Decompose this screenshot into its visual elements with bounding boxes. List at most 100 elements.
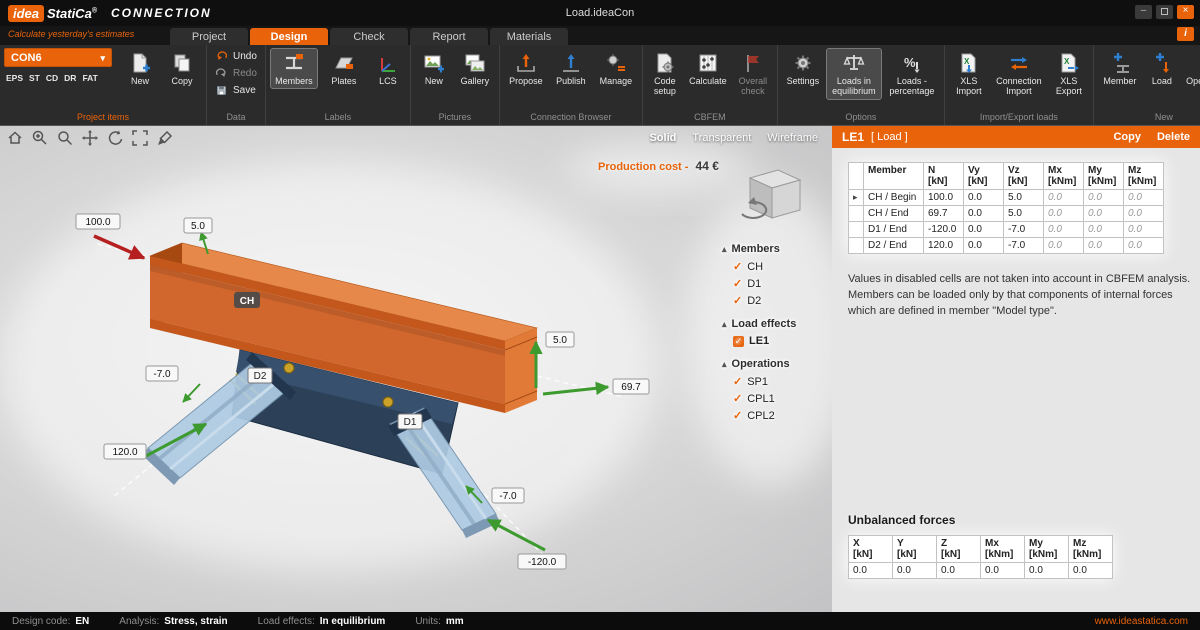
zoom-extents-icon[interactable]: [131, 129, 149, 147]
plates-labels-toggle[interactable]: Plates: [320, 48, 368, 89]
table-row[interactable]: CH / Begin 100.0 0.0 5.0 0.0 0.0 0.0: [849, 190, 1164, 206]
load-effect-title: LE1: [842, 130, 864, 144]
bolt[interactable]: [383, 397, 393, 407]
copy-item-button[interactable]: Copy: [162, 48, 202, 89]
copy-load-button[interactable]: Copy: [1113, 131, 1141, 143]
xls-export-icon: X: [1057, 51, 1081, 75]
close-icon[interactable]: [1177, 5, 1194, 19]
manage-button[interactable]: Manage: [594, 48, 638, 89]
new-load-button[interactable]: Load: [1144, 48, 1180, 89]
force-cell-disabled: 0.0: [1124, 190, 1164, 206]
bolt[interactable]: [284, 363, 294, 373]
overall-check-button[interactable]: Overall check: [733, 48, 773, 100]
tree-section-operations[interactable]: Operations: [722, 358, 822, 370]
force-cell[interactable]: 0.0: [964, 206, 1004, 222]
paint-brush-icon[interactable]: [156, 129, 174, 147]
loads-percentage-toggle[interactable]: % Loads - percentage: [884, 48, 940, 100]
new-item-button[interactable]: New: [120, 48, 160, 89]
maximize-icon[interactable]: [1156, 5, 1173, 19]
force-cell[interactable]: 0.0: [964, 238, 1004, 254]
publish-button[interactable]: Publish: [550, 48, 592, 89]
force-cell[interactable]: 0.0: [964, 222, 1004, 238]
tab-project[interactable]: Project: [170, 28, 248, 45]
table-row[interactable]: D2 / End 120.0 0.0 -7.0 0.0 0.0 0.0: [849, 238, 1164, 254]
tab-check[interactable]: Check: [330, 28, 408, 45]
tree-item-d2[interactable]: D2: [722, 292, 822, 309]
code-eps[interactable]: EPS: [6, 73, 23, 83]
3d-viewport[interactable]: 100.0 5.0 5.0 69.7 -7.0 120.0 -120.0 -7.…: [0, 126, 832, 612]
calculate-button[interactable]: Calculate: [685, 48, 731, 89]
status-design-code: Design code:EN: [12, 616, 89, 627]
tree-item-cpl2[interactable]: CPL2: [722, 407, 822, 424]
code-dr[interactable]: DR: [64, 73, 76, 83]
view-mode-transparent[interactable]: Transparent: [692, 132, 751, 144]
new-operation-button[interactable]: Operation: [1182, 48, 1200, 89]
tab-design[interactable]: Design: [250, 28, 328, 45]
force-cell[interactable]: 120.0: [924, 238, 964, 254]
rotate-view-icon[interactable]: [106, 129, 124, 147]
view-mode-wireframe[interactable]: Wireframe: [767, 132, 818, 144]
settings-button[interactable]: Settings: [782, 48, 824, 89]
gallery-button[interactable]: Gallery: [455, 48, 495, 89]
panel-body: Member N[kN] Vy[kN] Vz[kN] Mx[kNm] My[kN…: [832, 148, 1200, 612]
force-cell[interactable]: 5.0: [1004, 190, 1044, 206]
tab-report[interactable]: Report: [410, 28, 488, 45]
tree-item-ch[interactable]: CH: [722, 258, 822, 275]
force-cell[interactable]: 100.0: [924, 190, 964, 206]
code-fat[interactable]: FAT: [82, 73, 97, 83]
code-st[interactable]: ST: [29, 73, 40, 83]
member-badge-d2: D2: [254, 371, 267, 382]
view-mode-solid[interactable]: Solid: [649, 132, 676, 144]
group-options: Settings Loads in equilibrium % Loads - …: [778, 45, 945, 125]
connection-item-select[interactable]: CON6: [4, 48, 112, 67]
code-setup-button[interactable]: Code setup: [647, 48, 683, 100]
checked-checkbox-icon[interactable]: [733, 336, 744, 347]
tree-item-le1[interactable]: LE1: [722, 333, 822, 349]
lcs-toggle[interactable]: LCS: [370, 48, 406, 89]
tree-section-members[interactable]: Members: [722, 243, 822, 255]
3d-scene[interactable]: 100.0 5.0 5.0 69.7 -7.0 120.0 -120.0 -7.…: [0, 126, 832, 612]
overall-check-icon: [741, 51, 765, 75]
tab-materials[interactable]: Materials: [490, 28, 568, 45]
table-row[interactable]: CH / End 69.7 0.0 5.0 0.0 0.0 0.0: [849, 206, 1164, 222]
search-icon[interactable]: [56, 129, 74, 147]
pan-icon[interactable]: [81, 129, 99, 147]
home-view-icon[interactable]: [6, 129, 24, 147]
force-cell[interactable]: 69.7: [924, 206, 964, 222]
connection-import-button[interactable]: Connection Import: [991, 48, 1047, 100]
member-forces-table: Member N[kN] Vy[kN] Vz[kN] Mx[kNm] My[kN…: [848, 162, 1164, 254]
tree-section-load-effects[interactable]: Load effects: [722, 318, 822, 330]
tree-item-d1[interactable]: D1: [722, 275, 822, 292]
info-icon[interactable]: i: [1177, 27, 1194, 41]
tree-item-cpl1[interactable]: CPL1: [722, 390, 822, 407]
code-cd[interactable]: CD: [46, 73, 58, 83]
minimize-icon[interactable]: [1135, 5, 1152, 19]
registered-mark: ®: [92, 7, 97, 14]
manage-icon: [604, 51, 628, 75]
force-cell[interactable]: 0.0: [964, 190, 1004, 206]
tree-item-sp1[interactable]: SP1: [722, 373, 822, 390]
propose-button[interactable]: Propose: [504, 48, 548, 89]
load-label: 5.0: [191, 221, 205, 232]
table-row[interactable]: D1 / End -120.0 0.0 -7.0 0.0 0.0 0.0: [849, 222, 1164, 238]
website-link[interactable]: www.ideastatica.com: [1095, 616, 1188, 627]
force-cell[interactable]: -7.0: [1004, 222, 1044, 238]
members-labels-toggle[interactable]: Members: [270, 48, 318, 89]
balance-scale-icon: [842, 51, 866, 75]
force-cell[interactable]: 5.0: [1004, 206, 1044, 222]
xls-import-button[interactable]: X XLS Import: [949, 48, 989, 100]
navigation-cube[interactable]: [736, 164, 806, 237]
loads-in-equilibrium-toggle[interactable]: Loads in equilibrium: [826, 48, 882, 100]
picture-new-button[interactable]: New: [415, 48, 453, 89]
new-member-button[interactable]: Member: [1098, 48, 1142, 89]
force-cell[interactable]: -120.0: [924, 222, 964, 238]
save-button[interactable]: Save: [211, 82, 260, 99]
force-cell[interactable]: -7.0: [1004, 238, 1044, 254]
delete-load-button[interactable]: Delete: [1157, 131, 1190, 143]
new-document-icon: [128, 51, 152, 75]
redo-button[interactable]: Redo: [211, 65, 261, 82]
xls-export-button[interactable]: X XLS Export: [1049, 48, 1089, 100]
table-header-row: Member N[kN] Vy[kN] Vz[kN] Mx[kNm] My[kN…: [849, 163, 1164, 190]
zoom-window-icon[interactable]: [31, 129, 49, 147]
undo-button[interactable]: Undo: [211, 48, 261, 65]
